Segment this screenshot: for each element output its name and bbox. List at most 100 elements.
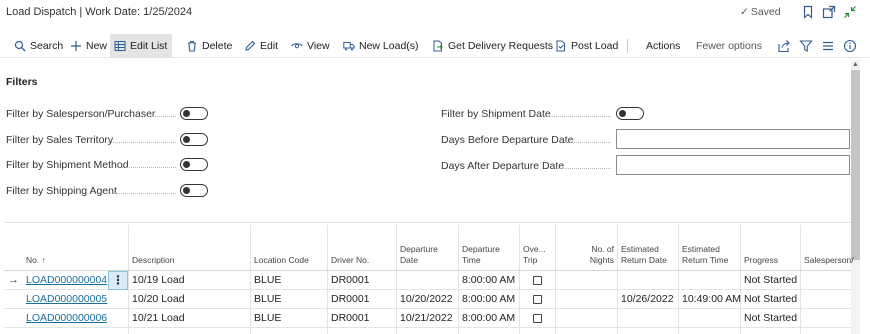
scrollbar-thumb[interactable]: [851, 70, 860, 260]
dotted-leader: [114, 193, 176, 194]
driver-cell[interactable]: DR0001: [331, 271, 370, 290]
actions-menu-button[interactable]: Actions: [642, 34, 684, 58]
filter-icon[interactable]: [799, 39, 813, 53]
days-before-departure-input[interactable]: [616, 129, 850, 149]
load-no-link[interactable]: LOAD000000004: [26, 271, 107, 290]
description-cell[interactable]: 10/19 Load: [132, 271, 185, 290]
progress-cell[interactable]: Not Started: [744, 271, 797, 290]
col-header-estimated-return-date-line2: Return Date: [621, 255, 667, 265]
location-cell[interactable]: BLUE: [254, 290, 281, 309]
eye-icon: [291, 40, 303, 52]
filter-shipment-date-toggle[interactable]: [616, 107, 644, 120]
load-no-link[interactable]: LOAD000000006: [26, 309, 107, 328]
delete-label: Delete: [202, 40, 233, 52]
edit-list-button[interactable]: Edit List: [110, 34, 172, 58]
pencil-icon: [244, 40, 256, 52]
return-time-cell[interactable]: 10:49:00 AM: [682, 290, 741, 309]
info-icon[interactable]: [843, 39, 857, 53]
col-header-estimated-return-time-line1: Estimated: [682, 244, 720, 254]
driver-cell[interactable]: DR0001: [331, 309, 370, 328]
filter-salesperson-label: Filter by Salesperson/Purchaser: [6, 108, 156, 120]
col-header-estimated-return-time-line2: Return Time: [682, 255, 729, 265]
col-header-estimated-return-date[interactable]: Estimated Return Date: [621, 244, 667, 266]
dotted-leader: [140, 116, 176, 117]
col-header-departure-time-line2: Time: [462, 255, 481, 265]
overnight-trip-checkbox[interactable]: [533, 295, 542, 304]
col-header-departure-date-line1: Departure: [400, 244, 438, 254]
location-cell[interactable]: BLUE: [254, 309, 281, 328]
bookmark-icon[interactable]: [801, 5, 815, 19]
col-header-salesperson[interactable]: Salesperson/: [804, 255, 854, 266]
col-header-estimated-return-date-line1: Estimated: [621, 244, 659, 254]
col-header-location-code[interactable]: Location Code: [254, 255, 309, 266]
new-loads-label: New Load(s): [359, 40, 419, 52]
open-new-window-icon[interactable]: [822, 5, 836, 19]
col-header-driver-no[interactable]: Driver No.: [331, 255, 369, 266]
new-label: New: [86, 40, 108, 52]
filters-heading: Filters: [6, 76, 38, 88]
list-view-icon[interactable]: [821, 39, 835, 53]
departure-date-cell[interactable]: 10/20/2022: [400, 290, 453, 309]
search-label: Search: [30, 40, 64, 52]
edit-button[interactable]: Edit: [240, 34, 282, 58]
departure-date-cell[interactable]: 10/21/2022: [400, 309, 453, 328]
checkmark-icon: ✓: [740, 6, 749, 18]
post-load-button[interactable]: Post Load: [551, 34, 622, 58]
share-icon[interactable]: [777, 39, 791, 53]
col-header-departure-date[interactable]: Departure Date: [400, 244, 438, 266]
col-header-no[interactable]: No. ↑: [26, 255, 46, 266]
filter-shipment-method-toggle[interactable]: [180, 158, 208, 171]
departure-time-cell[interactable]: 8:00:00 AM: [462, 271, 515, 290]
departure-time-cell[interactable]: 8:00:00 AM: [462, 290, 515, 309]
progress-cell[interactable]: Not Started: [744, 309, 797, 328]
col-header-progress[interactable]: Progress: [744, 255, 778, 266]
collapse-icon[interactable]: [843, 5, 857, 19]
driver-cell[interactable]: DR0001: [331, 290, 370, 309]
filter-sales-territory-toggle[interactable]: [180, 133, 208, 146]
location-cell[interactable]: BLUE: [254, 271, 281, 290]
overnight-trip-checkbox[interactable]: [533, 314, 542, 323]
return-date-cell[interactable]: 10/26/2022: [621, 290, 674, 309]
filter-shipment-date-label: Filter by Shipment Date: [441, 108, 551, 120]
progress-cell[interactable]: Not Started: [744, 290, 797, 309]
edit-list-icon: [114, 40, 126, 52]
dotted-leader: [104, 142, 176, 143]
view-button[interactable]: View: [287, 34, 334, 58]
overnight-trip-checkbox[interactable]: [533, 276, 542, 285]
new-loads-button[interactable]: New Load(s): [339, 34, 423, 58]
filter-shipment-method-label: Filter by Shipment Method: [6, 159, 129, 171]
description-cell[interactable]: 10/20 Load: [132, 290, 185, 309]
scroll-up-icon[interactable]: ▲: [851, 60, 860, 70]
col-header-overnight-trip[interactable]: Ove... Trip: [523, 244, 546, 266]
col-header-departure-date-line2: Date: [400, 255, 418, 265]
delete-button[interactable]: Delete: [182, 34, 236, 58]
filter-salesperson-toggle[interactable]: [180, 107, 208, 120]
row-actions-menu-icon[interactable]: ⋮: [108, 271, 128, 290]
plus-icon: [70, 40, 82, 52]
col-header-nights-line1: No. of: [591, 244, 614, 254]
col-header-description[interactable]: Description: [132, 255, 175, 266]
days-after-departure-input[interactable]: [616, 155, 850, 175]
trash-icon: [186, 40, 198, 52]
load-no-link[interactable]: LOAD000000005: [26, 290, 107, 309]
get-delivery-requests-label: Get Delivery Requests: [448, 40, 554, 52]
table-row[interactable]: LOAD000000006 10/21 Load BLUE DR0001 10/…: [4, 309, 851, 328]
new-button[interactable]: New: [66, 34, 111, 58]
description-cell[interactable]: 10/21 Load: [132, 309, 185, 328]
dotted-leader: [122, 167, 176, 168]
col-header-estimated-return-time[interactable]: Estimated Return Time: [682, 244, 728, 266]
fewer-options-label: Fewer options: [696, 40, 762, 52]
truck-icon: [343, 40, 355, 52]
fewer-options-button[interactable]: Fewer options: [692, 34, 766, 58]
col-header-nights[interactable]: No. of Nights: [582, 244, 614, 266]
get-delivery-requests-button[interactable]: Get Delivery Requests: [428, 34, 557, 58]
table-row[interactable]: LOAD000000005 10/20 Load BLUE DR0001 10/…: [4, 290, 851, 309]
table-row[interactable]: → LOAD000000004 ⋮ 10/19 Load BLUE DR0001…: [4, 271, 851, 290]
title-bar: Load Dispatch | Work Date: 1/25/2024 ✓ Sa…: [0, 0, 870, 26]
col-header-departure-time[interactable]: Departure Time: [462, 244, 500, 266]
departure-time-cell[interactable]: 8:00:00 AM: [462, 309, 515, 328]
dotted-leader: [557, 168, 611, 169]
filter-shipping-agent-toggle[interactable]: [180, 184, 208, 197]
col-header-overnight-trip-line1: Ove...: [523, 244, 546, 254]
search-button[interactable]: Search: [10, 34, 67, 58]
